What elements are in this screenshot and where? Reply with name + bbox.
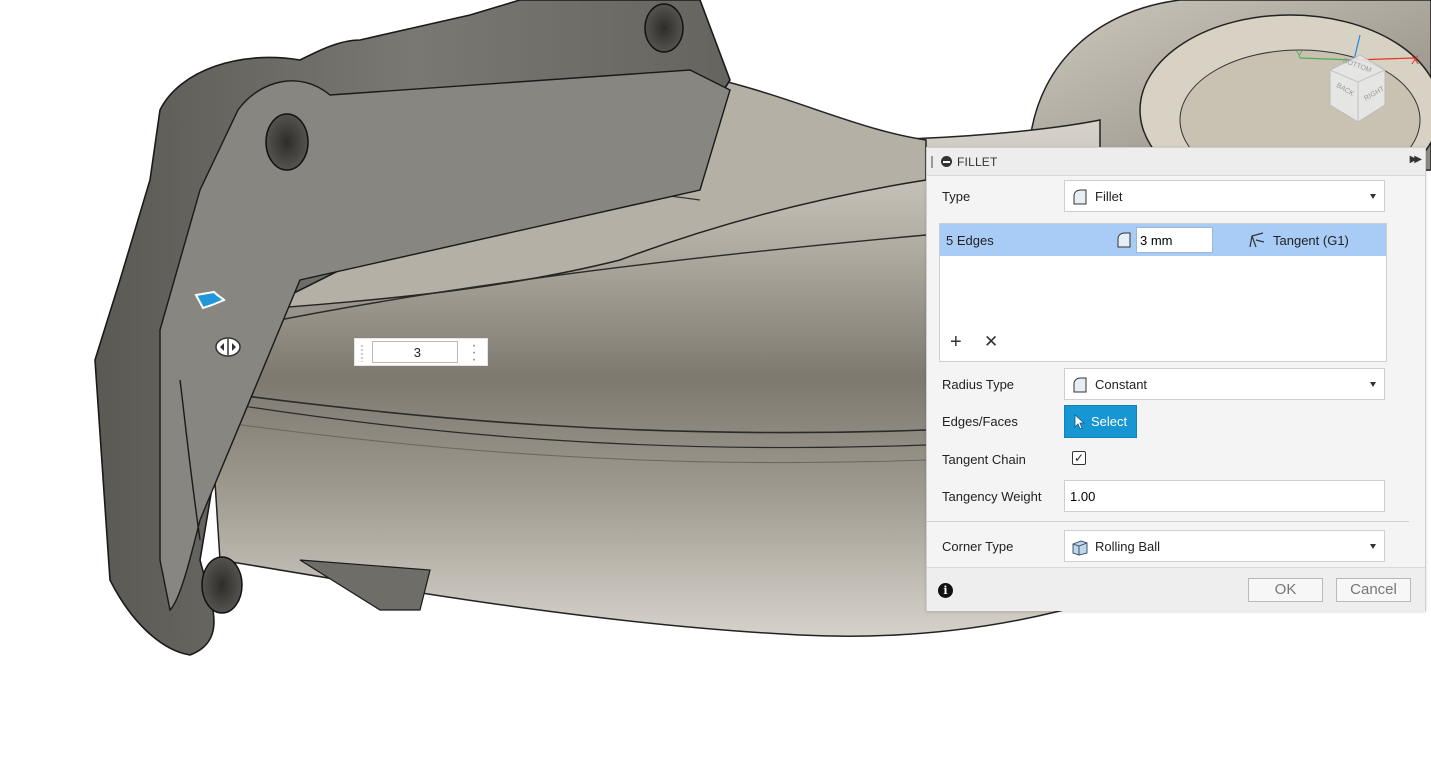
edges-list: 5 Edges Tangent (G1) + ✕: [939, 223, 1387, 362]
x-axis-label: X: [1411, 53, 1419, 67]
divider: [927, 521, 1409, 522]
edges-faces-label: Edges/Faces: [942, 414, 1018, 429]
radius-type-value: Constant: [1095, 377, 1148, 392]
viewcube[interactable]: X Y BOTTOM RIGHT BACK: [1290, 30, 1420, 130]
cancel-button[interactable]: Cancel: [1336, 578, 1411, 602]
chevron-down-icon: [1370, 544, 1376, 549]
type-label: Type: [942, 189, 971, 204]
add-icon[interactable]: +: [950, 332, 962, 352]
tangent-chain-label: Tangent Chain: [942, 452, 1026, 467]
panel-header: FILLET ▶▶: [927, 148, 1425, 176]
chevron-down-icon: [1370, 382, 1376, 387]
expand-panel-icon[interactable]: ▶▶: [1410, 154, 1423, 165]
cursor-icon: [1074, 414, 1086, 430]
radius-type-label: Radius Type: [942, 377, 1015, 392]
direction-manipulator-icon: [215, 337, 241, 357]
constant-radius-icon: [1073, 377, 1087, 393]
info-icon[interactable]: i: [938, 583, 953, 598]
more-options-icon[interactable]: · · ·: [468, 338, 480, 368]
edge-set-row[interactable]: 5 Edges Tangent (G1): [940, 224, 1386, 256]
ok-button[interactable]: OK: [1248, 578, 1323, 602]
bolt-hole-top-left: [265, 113, 309, 171]
chevron-down-icon: [1370, 194, 1376, 199]
3d-viewport[interactable]: X Y BOTTOM RIGHT BACK ··· FILLET ▶▶ Type…: [0, 0, 1431, 758]
panel-drag-handle-icon[interactable]: [931, 156, 933, 168]
tangency-weight-label: Tangency Weight: [942, 489, 1042, 504]
fillet-icon: [1073, 189, 1087, 205]
edge-radius-input[interactable]: [1136, 227, 1213, 253]
edge-count: 5 Edges: [946, 233, 994, 248]
canvas-radius-input[interactable]: [372, 341, 458, 363]
panel-footer: i OK Cancel: [927, 567, 1425, 611]
type-dropdown[interactable]: Fillet: [1064, 180, 1385, 212]
rolling-ball-icon: [1072, 540, 1088, 556]
radius-icon: [1117, 232, 1131, 248]
tangent-continuity-icon: [1249, 232, 1265, 248]
collapse-icon[interactable]: [941, 156, 952, 167]
panel-title: FILLET: [957, 155, 998, 169]
y-axis-label: Y: [1296, 50, 1303, 61]
radius-type-dropdown[interactable]: Constant: [1064, 368, 1385, 400]
type-value: Fillet: [1095, 189, 1123, 204]
tangent-chain-checkbox[interactable]: ✓: [1072, 451, 1086, 465]
tangency-weight-input[interactable]: [1064, 480, 1385, 512]
canvas-radius-input-box: ···: [354, 338, 488, 368]
corner-type-dropdown[interactable]: Rolling Ball: [1064, 530, 1385, 562]
drag-grip[interactable]: [360, 344, 364, 362]
corner-type-label: Corner Type: [942, 539, 1014, 554]
select-label: Select: [1091, 414, 1128, 429]
bolt-hole-bottom: [201, 556, 243, 614]
fillet-panel: FILLET ▶▶ Type Fillet 5 Edges Tangent (G…: [926, 147, 1426, 611]
continuity-dropdown[interactable]: Tangent (G1): [1273, 233, 1349, 248]
delete-icon[interactable]: ✕: [984, 332, 998, 352]
corner-type-value: Rolling Ball: [1095, 539, 1161, 554]
select-button[interactable]: Select: [1064, 405, 1137, 438]
bolt-hole-top: [644, 3, 684, 53]
